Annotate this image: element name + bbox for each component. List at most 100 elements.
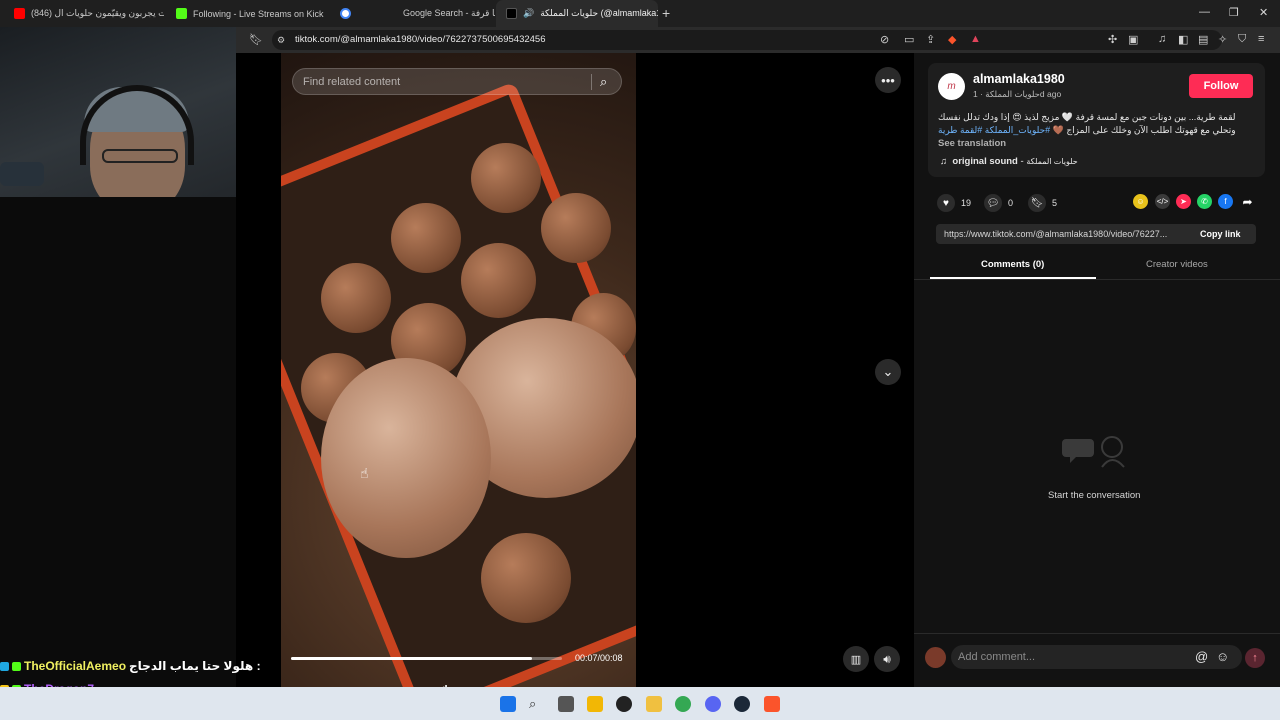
- tab-strip: (846) أمهات يجربون ويقيّمون حلويات ال Fo…: [0, 0, 1280, 27]
- tab-label: (846) أمهات يجربون ويقيّمون حلويات ال: [31, 8, 164, 18]
- tab-kick[interactable]: Following - Live Streams on Kick: [166, 0, 336, 27]
- extensions-icon[interactable]: ✣: [1108, 33, 1117, 46]
- post-comment-button[interactable]: ↑: [1245, 648, 1265, 668]
- emoji-icon[interactable]: ☺: [1216, 649, 1229, 664]
- donut-ball: [471, 143, 541, 213]
- tracking-icon[interactable]: ⊘: [880, 33, 889, 46]
- rewards-icon[interactable]: ▲: [970, 33, 981, 45]
- tab-creator-videos[interactable]: Creator videos: [1146, 259, 1208, 270]
- share-icon[interactable]: ⇪: [926, 33, 935, 46]
- microphone: [0, 162, 44, 186]
- tab-google[interactable]: Google Search - دونا قرفة: [330, 0, 495, 27]
- window-close-icon[interactable]: ✕: [1259, 6, 1268, 19]
- save-stat[interactable]: 🔖︎ 5: [1028, 194, 1057, 212]
- plus-icon[interactable]: +: [662, 5, 670, 21]
- chat-text: : هلولا حتا يماب الدجاج: [129, 659, 261, 673]
- tab-tiktok[interactable]: 🔊 حلويات المملكة (@almamlaka1980) ✕: [496, 0, 658, 27]
- leo-icon[interactable]: ✧: [1218, 33, 1227, 46]
- tab-label: Following - Live Streams on Kick: [193, 8, 324, 19]
- wallet-icon[interactable]: ▤: [1198, 33, 1208, 46]
- brave-shield-icon[interactable]: ◆: [948, 33, 956, 46]
- tab-label: Google Search - دونا قرفة: [403, 8, 495, 18]
- comment-icon[interactable]: 💬︎: [984, 194, 1002, 212]
- kick-icon: [176, 8, 187, 19]
- obs-icon[interactable]: [616, 696, 632, 712]
- task-view-icon[interactable]: [558, 696, 574, 712]
- post-description: لقمة طرية... بين دونات جبن مع لمسة قرفة …: [938, 111, 1254, 137]
- chrome-icon[interactable]: [675, 696, 691, 712]
- coin-icon[interactable]: ☺: [1133, 194, 1148, 209]
- notes-icon[interactable]: [587, 696, 603, 712]
- cast-icon[interactable]: ▭: [904, 33, 914, 46]
- search-icon[interactable]: ⌕: [529, 696, 545, 712]
- heart-icon[interactable]: ♥: [937, 194, 955, 212]
- like-count: 19: [961, 198, 972, 208]
- browser-toolbar: 🔖︎ ⚙ tiktok.com/@almamlaka1980/video/762…: [236, 27, 1280, 53]
- tab-youtube[interactable]: (846) أمهات يجربون ويقيّمون حلويات ال: [4, 0, 164, 27]
- site-settings-icon[interactable]: ⚙: [277, 35, 285, 46]
- hashtags[interactable]: #حلويات_المملكة #لقمة طرية: [938, 125, 1050, 135]
- sound-row[interactable]: ♫ original sound - حلويات المملكة: [940, 156, 1078, 167]
- embed-icon[interactable]: </>: [1155, 194, 1170, 209]
- save-count: 5: [1052, 198, 1058, 208]
- video-link[interactable]: https://www.tiktok.com/@almamlaka1980/vi…: [944, 229, 1167, 239]
- held-donut: [321, 358, 491, 558]
- bookmark-icon[interactable]: 🔖︎: [249, 33, 263, 46]
- more-options-button[interactable]: •••: [875, 67, 901, 93]
- music-note-icon: ♫: [940, 156, 948, 167]
- copy-link-button[interactable]: Copy link: [1200, 229, 1241, 239]
- brave-icon[interactable]: [764, 696, 780, 712]
- mouse-cursor-icon: ☝: [360, 465, 369, 481]
- creator-avatar[interactable]: m: [938, 73, 965, 100]
- whatsapp-icon[interactable]: ✆: [1197, 194, 1212, 209]
- creator-username[interactable]: almamlaka1980: [973, 72, 1065, 86]
- steam-icon[interactable]: [734, 696, 750, 712]
- related-search-input[interactable]: Find related content ⌕: [292, 68, 622, 95]
- see-translation-link[interactable]: See translation: [938, 138, 1006, 149]
- user-avatar: [925, 647, 946, 668]
- webcam-overlay: [0, 27, 236, 197]
- glasses: [102, 149, 178, 163]
- url-text: tiktok.com/@almamlaka1980/video/76227375…: [295, 34, 546, 45]
- share-arrow-icon[interactable]: ➦: [1240, 194, 1255, 209]
- vpn-icon[interactable]: ⛉: [1238, 33, 1246, 46]
- discord-icon[interactable]: [705, 696, 721, 712]
- screenshot-icon[interactable]: ▣: [1128, 33, 1138, 46]
- video-time: 00:07/00:08: [575, 653, 623, 663]
- minimize-icon[interactable]: —: [1199, 6, 1210, 18]
- search-placeholder: Find related content: [303, 76, 401, 88]
- donut-ball: [461, 243, 536, 318]
- empty-comments-icon: [1062, 436, 1125, 468]
- music-icon[interactable]: ♫: [1158, 33, 1166, 45]
- pip-button[interactable]: ▥: [843, 646, 869, 672]
- maximize-icon[interactable]: ❐: [1229, 6, 1239, 19]
- comment-count: 0: [1008, 198, 1014, 208]
- donut-ball: [391, 203, 461, 273]
- tab-comments[interactable]: Comments (0): [981, 259, 1044, 270]
- video-player[interactable]: [281, 53, 636, 687]
- comment-stat[interactable]: 💬︎ 0: [984, 194, 1013, 212]
- comment-placeholder: Add comment...: [958, 651, 1036, 663]
- like-stat[interactable]: ♥ 19: [937, 194, 971, 212]
- sidebar-icon[interactable]: ◧: [1178, 33, 1188, 46]
- windows-taskbar: [0, 687, 1280, 720]
- bookmark-icon[interactable]: 🔖︎: [1028, 194, 1046, 212]
- donut-ball: [481, 533, 571, 623]
- creator-subline: حلويات المملكة · 1d ago: [973, 89, 1062, 99]
- donut-ball: [321, 263, 391, 333]
- sound-label: original sound: [952, 156, 1018, 167]
- chevron-down-icon[interactable]: ⌄: [875, 359, 901, 385]
- facebook-icon[interactable]: f: [1218, 194, 1233, 209]
- volume-button[interactable]: 🔊︎: [874, 646, 900, 672]
- menu-icon[interactable]: ≡: [1258, 33, 1264, 45]
- search-icon[interactable]: ⌕: [600, 74, 607, 90]
- mention-icon[interactable]: @: [1195, 649, 1208, 664]
- send-icon[interactable]: ➤: [1176, 194, 1191, 209]
- start-icon[interactable]: [500, 696, 516, 712]
- follow-button[interactable]: Follow: [1189, 74, 1253, 98]
- file-explorer-icon[interactable]: [646, 696, 662, 712]
- chat-message: TheOfficialAemeo : هلولا حتا يماب الدجاج: [0, 657, 440, 675]
- speaker-icon[interactable]: 🔊: [523, 8, 534, 19]
- divider: [914, 279, 1280, 280]
- youtube-icon: [14, 8, 25, 19]
